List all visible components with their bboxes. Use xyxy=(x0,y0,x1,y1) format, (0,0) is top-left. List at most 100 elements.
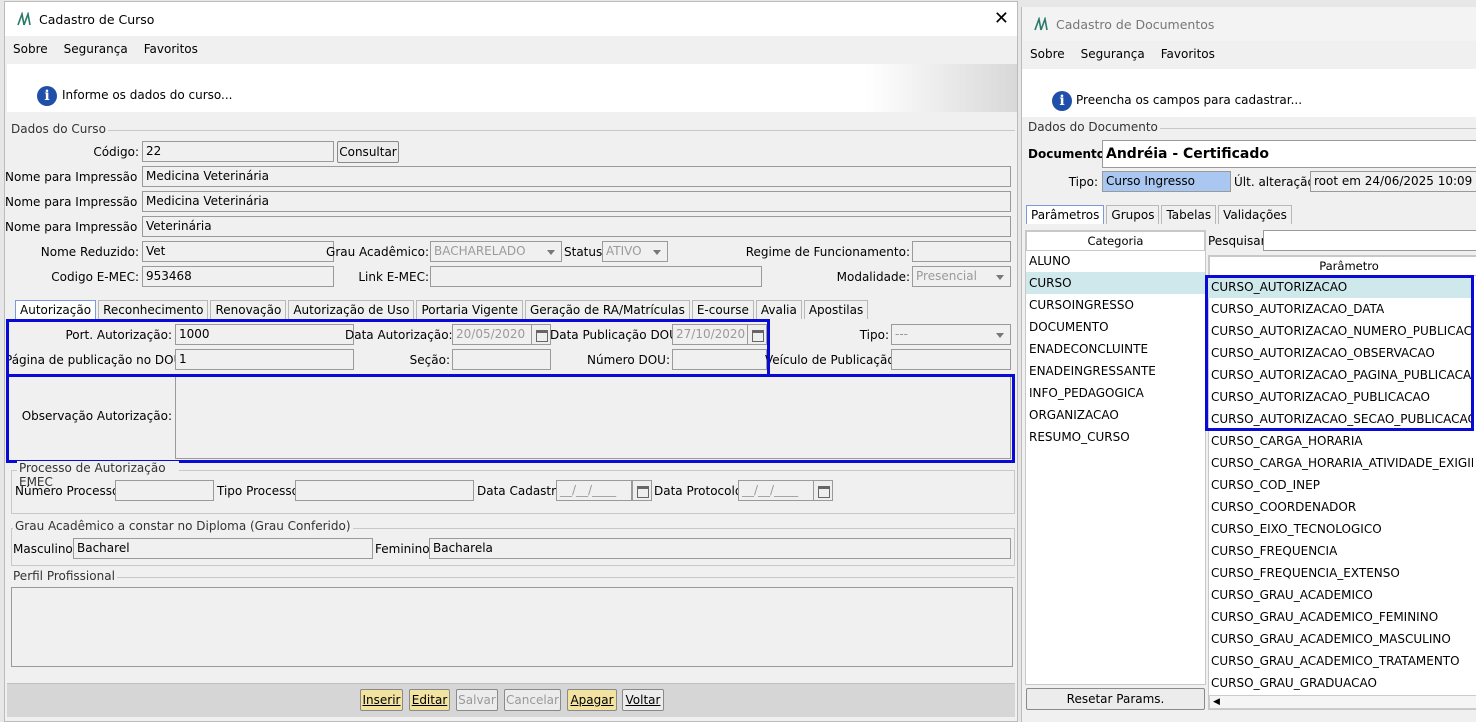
alteracao-field[interactable]: root em 24/06/2025 10:09 xyxy=(1310,171,1476,192)
info-banner: i Informe os dados do curso... xyxy=(7,64,1017,112)
list-item[interactable]: CURSO_GRAU_ACADEMICO_TRATAMENTO xyxy=(1208,650,1473,672)
menu-sobre[interactable]: Sobre xyxy=(13,42,48,56)
status-label: Status: xyxy=(564,245,607,259)
list-item[interactable]: INFO_PEDAGOGICA xyxy=(1026,382,1205,404)
perfil-textarea[interactable] xyxy=(11,587,1013,667)
parametro-header: Parâmetro xyxy=(1209,256,1476,276)
list-item[interactable]: DOCUMENTO xyxy=(1026,316,1205,338)
list-item[interactable]: CURSO_FREQUENCIA_EXTENSO xyxy=(1208,562,1473,584)
menu-favoritos[interactable]: Favoritos xyxy=(144,42,198,56)
app-logo-icon xyxy=(17,12,31,26)
data-cad-field[interactable]: __/__/____ xyxy=(556,480,632,501)
nome2-label: Nome para Impressão 2: xyxy=(5,195,153,209)
list-item[interactable]: CURSO_GRAU_ACADEMICO_FEMININO xyxy=(1208,606,1473,628)
menu-seguranca[interactable]: Segurança xyxy=(1081,47,1145,61)
reduzido-label: Nome Reduzido: xyxy=(40,245,139,259)
documentos-window: Cadastro de Documentos Sobre Segurança F… xyxy=(1021,7,1476,722)
list-item[interactable]: CURSO_CARGA_HORARIA_ATIVIDADE_EXIGIDA xyxy=(1208,452,1473,474)
list-item[interactable]: CURSO xyxy=(1026,272,1205,294)
list-item[interactable]: CURSOINGRESSO xyxy=(1026,294,1205,316)
tab-parametros[interactable]: Parâmetros xyxy=(1026,205,1105,224)
veiculo-field[interactable] xyxy=(891,349,1011,370)
nome1-label: Nome para Impressão 1: xyxy=(5,170,153,184)
scroll-left-icon[interactable]: ◀ xyxy=(1213,697,1220,707)
menu-sobre[interactable]: Sobre xyxy=(1030,47,1065,61)
tipo-label: Tipo: xyxy=(1068,175,1098,189)
salvar-button[interactable]: Salvar xyxy=(456,689,498,711)
tab-apostilas[interactable]: Apostilas xyxy=(803,300,869,319)
list-item[interactable]: CURSO_GRAU_ACADEMICO_MASCULINO xyxy=(1208,628,1473,650)
list-item[interactable]: ALUNO xyxy=(1026,250,1205,272)
veiculo-label: Veículo de Publicação: xyxy=(765,353,899,367)
documento-tabs: Parâmetros Grupos Tabelas Validações xyxy=(1026,205,1294,224)
link-field[interactable] xyxy=(430,266,762,287)
tab-reconhecimento[interactable]: Reconhecimento xyxy=(98,300,209,319)
calendar-icon[interactable] xyxy=(632,480,652,501)
menu-seguranca[interactable]: Segurança xyxy=(64,42,128,56)
list-item[interactable]: CURSO_GRAU_GRADUACAO xyxy=(1208,672,1473,694)
list-item[interactable]: ENADEINGRESSANTE xyxy=(1026,360,1205,382)
info-icon: i xyxy=(37,86,57,106)
status-select[interactable]: ATIVO xyxy=(602,241,668,262)
close-icon[interactable]: ✕ xyxy=(994,8,1009,29)
reset-params-button[interactable]: Resetar Params. xyxy=(1026,688,1205,710)
consultar-button[interactable]: Consultar xyxy=(337,141,399,163)
calendar-icon[interactable] xyxy=(813,480,833,501)
grau-select[interactable]: BACHARELADO xyxy=(430,241,562,262)
pesquisar-field[interactable] xyxy=(1263,230,1476,251)
list-item[interactable]: ORGANIZACAO xyxy=(1026,404,1205,426)
tab-tabelas[interactable]: Tabelas xyxy=(1161,205,1217,224)
window-title: Cadastro de Curso xyxy=(39,11,155,27)
data-cad-label: Data Cadastro: xyxy=(477,484,568,498)
voltar-button[interactable]: Voltar xyxy=(622,689,664,711)
pesquisar-label: Pesquisar: xyxy=(1208,234,1270,248)
cancelar-button[interactable]: Cancelar xyxy=(504,689,561,711)
data-prot-label: Data Protocolo: xyxy=(654,484,747,498)
tab-ecourse[interactable]: E-course xyxy=(691,300,754,319)
fem-field[interactable]: Bacharela xyxy=(429,538,1011,559)
list-item[interactable]: CURSO_GRAU_ACADEMICO xyxy=(1208,584,1473,606)
tipo-field[interactable]: Curso Ingresso xyxy=(1102,171,1231,192)
menu-favoritos[interactable]: Favoritos xyxy=(1161,47,1215,61)
list-item[interactable]: CURSO_FREQUENCIA xyxy=(1208,540,1473,562)
nome2-field[interactable]: Medicina Veterinária xyxy=(142,191,1011,212)
horizontal-scrollbar[interactable]: ◀ xyxy=(1209,695,1476,709)
list-item[interactable]: CURSO_COORDENADOR xyxy=(1208,496,1473,518)
emec-field[interactable]: 953468 xyxy=(142,266,334,287)
documento-field[interactable]: Andréia - Certificado xyxy=(1102,140,1476,168)
list-item[interactable]: CURSO_COD_INEP xyxy=(1208,474,1473,496)
list-item[interactable]: RESUMO_CURSO xyxy=(1026,426,1205,448)
categoria-list: ALUNO CURSO CURSOINGRESSO DOCUMENTO ENADECON… xyxy=(1026,250,1205,680)
curso-window: Cadastro de Curso ✕ Sobre Segurança Favo… xyxy=(4,1,1018,722)
list-item[interactable]: ENADECONCLUINTE xyxy=(1026,338,1205,360)
list-item[interactable]: CURSO_EIXO_TECNOLOGICO xyxy=(1208,518,1473,540)
apagar-button[interactable]: Apagar xyxy=(567,689,617,711)
tab-autorizacao-uso[interactable]: Autorização de Uso xyxy=(288,300,415,319)
nome3-field[interactable]: Veterinária xyxy=(142,216,1011,237)
num-proc-field[interactable] xyxy=(115,480,214,501)
tab-geracao-ra[interactable]: Geração de RA/Matrículas xyxy=(525,300,690,319)
title-bar: Cadastro de Documentos xyxy=(1022,7,1476,41)
reduzido-field[interactable]: Vet xyxy=(142,241,334,262)
masc-field[interactable]: Bacharel xyxy=(73,538,373,559)
tab-renovacao[interactable]: Renovação xyxy=(210,300,287,319)
app-logo-icon xyxy=(1034,17,1048,31)
tab-avalia[interactable]: Avalia xyxy=(755,300,802,319)
highlight-box xyxy=(1205,275,1474,431)
list-item[interactable]: CURSO_CARGA_HORARIA xyxy=(1208,430,1473,452)
tab-grupos[interactable]: Grupos xyxy=(1106,205,1160,224)
tab-validacoes[interactable]: Validações xyxy=(1218,205,1292,224)
regime-field[interactable] xyxy=(912,241,1011,262)
highlight-box xyxy=(6,319,770,377)
nome1-field[interactable]: Medicina Veterinária xyxy=(142,166,1011,187)
codigo-field[interactable]: 22 xyxy=(142,141,334,162)
data-prot-field[interactable]: __/__/____ xyxy=(738,480,814,501)
tab-portaria[interactable]: Portaria Vigente xyxy=(416,300,523,319)
tipo-select[interactable]: --- xyxy=(891,324,1011,345)
editar-button[interactable]: Editar xyxy=(409,689,450,711)
fem-label: Feminino: xyxy=(375,542,434,556)
inserir-button[interactable]: Inserir xyxy=(360,689,403,711)
tipo-proc-field[interactable] xyxy=(295,480,474,501)
tab-autorizacao[interactable]: Autorização xyxy=(15,300,97,319)
modalidade-select[interactable]: Presencial xyxy=(912,266,1011,287)
